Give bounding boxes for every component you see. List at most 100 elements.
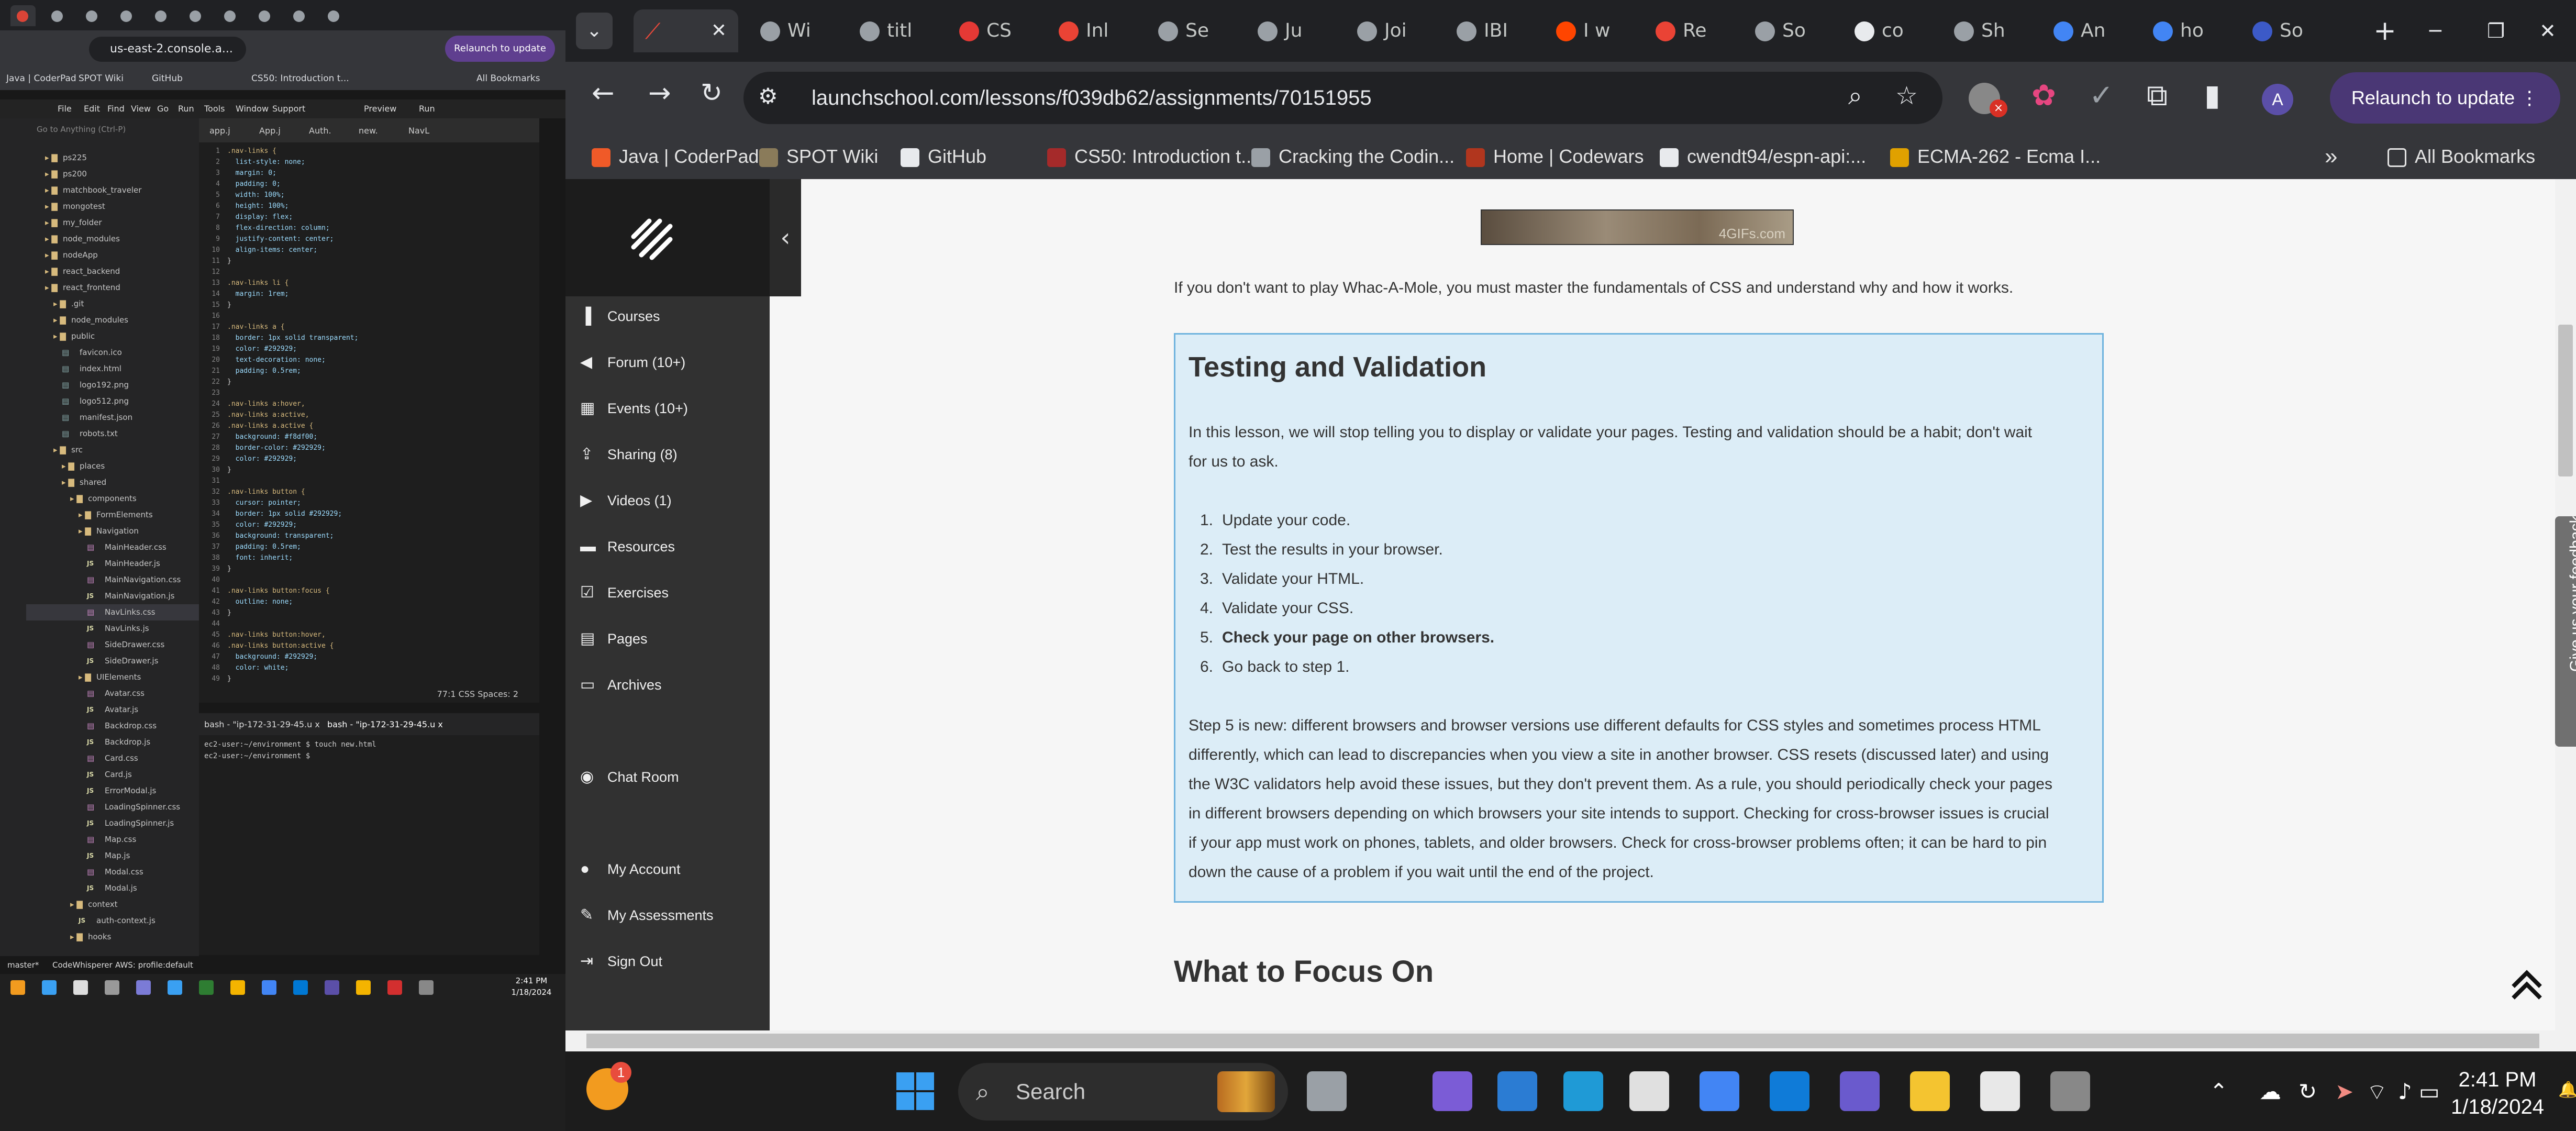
bookmark-item[interactable]: SPOT Wiki — [759, 134, 878, 179]
browser-tab[interactable]: I w — [1545, 9, 1639, 52]
tray-chevron-icon[interactable]: ⌃ — [2209, 1079, 2228, 1104]
tree-row[interactable]: JS Avatar.js — [26, 702, 199, 718]
taskbar-clock[interactable]: 2:41 PM 1/18/2024 — [2429, 1066, 2566, 1121]
left-bookmark-item[interactable]: CS50: Introduction t... — [251, 73, 349, 84]
left-bookmark-item[interactable]: SPOT Wiki — [79, 73, 124, 84]
tree-row[interactable]: ▸ ▇ public — [26, 328, 199, 345]
left-taskbar-icon[interactable] — [105, 980, 119, 995]
tree-row[interactable]: ▤ index.html — [26, 361, 199, 377]
nav-videos[interactable]: ▶ Videos (1) — [580, 478, 672, 524]
left-taskbar-icon[interactable] — [168, 980, 182, 995]
teams-icon[interactable] — [1433, 1071, 1472, 1111]
launchschool-logo-icon[interactable] — [628, 216, 686, 263]
store-icon[interactable] — [1629, 1071, 1669, 1111]
close-tab-icon[interactable]: ✕ — [711, 9, 727, 52]
tree-row[interactable]: JS auth-context.js — [26, 913, 199, 929]
ide-menu-file[interactable]: File — [58, 104, 72, 114]
browser-tab[interactable]: So — [1744, 9, 1838, 52]
url-text[interactable]: launchschool.com/lessons/f039db62/assign… — [812, 72, 1372, 124]
browser-tab[interactable]: Re — [1644, 9, 1738, 52]
tree-row[interactable]: ▸ ▇ matchbook_traveler — [26, 182, 199, 198]
browser-tab[interactable]: So — [2241, 9, 2335, 52]
extensions-puzzle-icon[interactable]: ⧉ — [2147, 79, 2168, 113]
tree-row[interactable]: ▸ ▇ node_modules — [26, 312, 199, 328]
editor-tab[interactable]: Auth. — [309, 126, 331, 136]
tree-row[interactable]: ▸ ▇ react_frontend — [26, 280, 199, 296]
left-address-bar[interactable]: us-east-2.console.a... — [89, 37, 246, 62]
tree-row[interactable]: ▤ robots.txt — [26, 426, 199, 442]
left-tab[interactable] — [321, 5, 347, 26]
tree-row[interactable]: ▸ ▇ react_backend — [26, 263, 199, 280]
extension-2-icon[interactable]: ✿ — [2031, 79, 2056, 113]
ide-menu-tools[interactable]: Tools — [204, 104, 225, 114]
ide-menu-view[interactable]: View — [131, 104, 151, 114]
tree-row[interactable]: ▸ ▇ .git — [26, 296, 199, 312]
tree-row[interactable]: JS Card.js — [26, 767, 199, 783]
nav-pages[interactable]: ▤ Pages — [580, 616, 648, 662]
tree-row[interactable]: ▤ Modal.css — [26, 864, 199, 880]
editor-tab[interactable]: App.j — [259, 126, 281, 136]
close-window-icon[interactable]: ✕ — [2539, 13, 2556, 49]
left-taskbar-icon[interactable] — [293, 980, 308, 995]
ide-menu-support[interactable]: Support — [272, 104, 305, 114]
taskbar-search[interactable]: ⌕ Search — [958, 1063, 1288, 1121]
ide-menu-run[interactable]: Run — [419, 104, 435, 114]
nav-resources[interactable]: ▬ Resources — [580, 524, 675, 570]
horizontal-scroll-thumb[interactable] — [586, 1034, 2539, 1048]
browser-tab[interactable]: Ju — [1246, 9, 1340, 52]
tree-row[interactable]: ▤ favicon.ico — [26, 345, 199, 361]
goto-anything-input[interactable]: Go to Anything (Ctrl-P) — [37, 125, 126, 134]
tree-row[interactable]: JS MainNavigation.js — [26, 588, 199, 604]
tree-row[interactable]: JS LoadingSpinner.js — [26, 815, 199, 831]
terminal-tab[interactable]: bash - "ip-172-31-29-45.u x — [327, 719, 443, 729]
tree-row[interactable]: ▸ ▇ components — [26, 491, 199, 507]
tree-row[interactable]: ▤ NavLinks.css — [26, 604, 199, 620]
browser-tab[interactable]: An — [2042, 9, 2136, 52]
all-bookmarks-button[interactable]: All Bookmarks — [2388, 134, 2535, 179]
app-icon[interactable] — [1840, 1071, 1880, 1111]
status-item[interactable]: CodeWhisperer — [52, 960, 113, 970]
bookmark-item[interactable]: Home | Codewars — [1466, 134, 1644, 179]
back-icon[interactable]: ← — [592, 77, 615, 109]
tree-row[interactable]: ▤ MainNavigation.css — [26, 572, 199, 588]
tree-row[interactable]: JS SideDrawer.js — [26, 653, 199, 669]
forward-icon[interactable]: → — [648, 77, 671, 109]
vscode-icon[interactable] — [1497, 1071, 1537, 1111]
sync-icon[interactable]: ↻ — [2299, 1079, 2317, 1104]
tree-row[interactable]: ▸ ▇ UIElements — [26, 669, 199, 685]
tree-row[interactable]: ▸ ▇ places — [26, 458, 199, 474]
bookmark-item[interactable]: GitHub — [901, 134, 986, 179]
left-taskbar-icon[interactable] — [136, 980, 151, 995]
left-tab[interactable] — [149, 5, 174, 26]
browser-tab[interactable]: Sh — [1942, 9, 2037, 52]
tree-row[interactable]: ▤ manifest.json — [26, 409, 199, 426]
left-taskbar-icon[interactable] — [10, 980, 25, 995]
vertical-scroll-thumb[interactable] — [2558, 325, 2573, 476]
browser-tab[interactable]: IBI — [1445, 9, 1539, 52]
bookmark-item[interactable]: cwendt94/espn-api:... — [1660, 134, 1866, 179]
browser-tab[interactable]: titl — [848, 9, 942, 52]
nav-my[interactable]: ✎ My Assessments — [580, 892, 714, 938]
extension-3-icon[interactable]: ✓ — [2089, 79, 2114, 113]
terminal-tab[interactable]: bash - "ip-172-31-29-45.u x — [204, 719, 320, 729]
bookmark-item[interactable]: Cracking the Codin... — [1251, 134, 1454, 179]
tree-row[interactable]: JS MainHeader.js — [26, 556, 199, 572]
chrome-icon[interactable] — [1700, 1071, 1739, 1111]
maximize-icon[interactable]: ❐ — [2487, 13, 2505, 49]
left-relaunch-button[interactable]: Relaunch to update — [445, 36, 555, 62]
bookmark-item[interactable]: ECMA-262 - Ecma I... — [1890, 134, 2101, 179]
tree-row[interactable]: ▸ ▇ mongotest — [26, 198, 199, 215]
relaunch-button[interactable]: Relaunch to update ⋮ — [2330, 72, 2560, 124]
bookmark-star-icon[interactable]: ☆ — [1895, 81, 1918, 110]
left-tab[interactable] — [80, 5, 105, 26]
nav-events[interactable]: ▦ Events (10+) — [580, 385, 688, 431]
tree-row[interactable]: ▤ logo192.png — [26, 377, 199, 393]
ide-menu-go[interactable]: Go — [157, 104, 169, 114]
profile-avatar[interactable]: A — [2262, 84, 2293, 115]
tree-row[interactable]: ▸ ▇ Navigation — [26, 523, 199, 539]
left-taskbar-icon[interactable] — [262, 980, 276, 995]
editor-tab[interactable]: NavL — [408, 126, 429, 136]
left-bookmark-item[interactable]: All Bookmarks — [476, 73, 540, 84]
bookmark-item[interactable]: Java | CoderPad — [592, 134, 759, 179]
tree-row[interactable]: ▸ ▇ src — [26, 442, 199, 458]
